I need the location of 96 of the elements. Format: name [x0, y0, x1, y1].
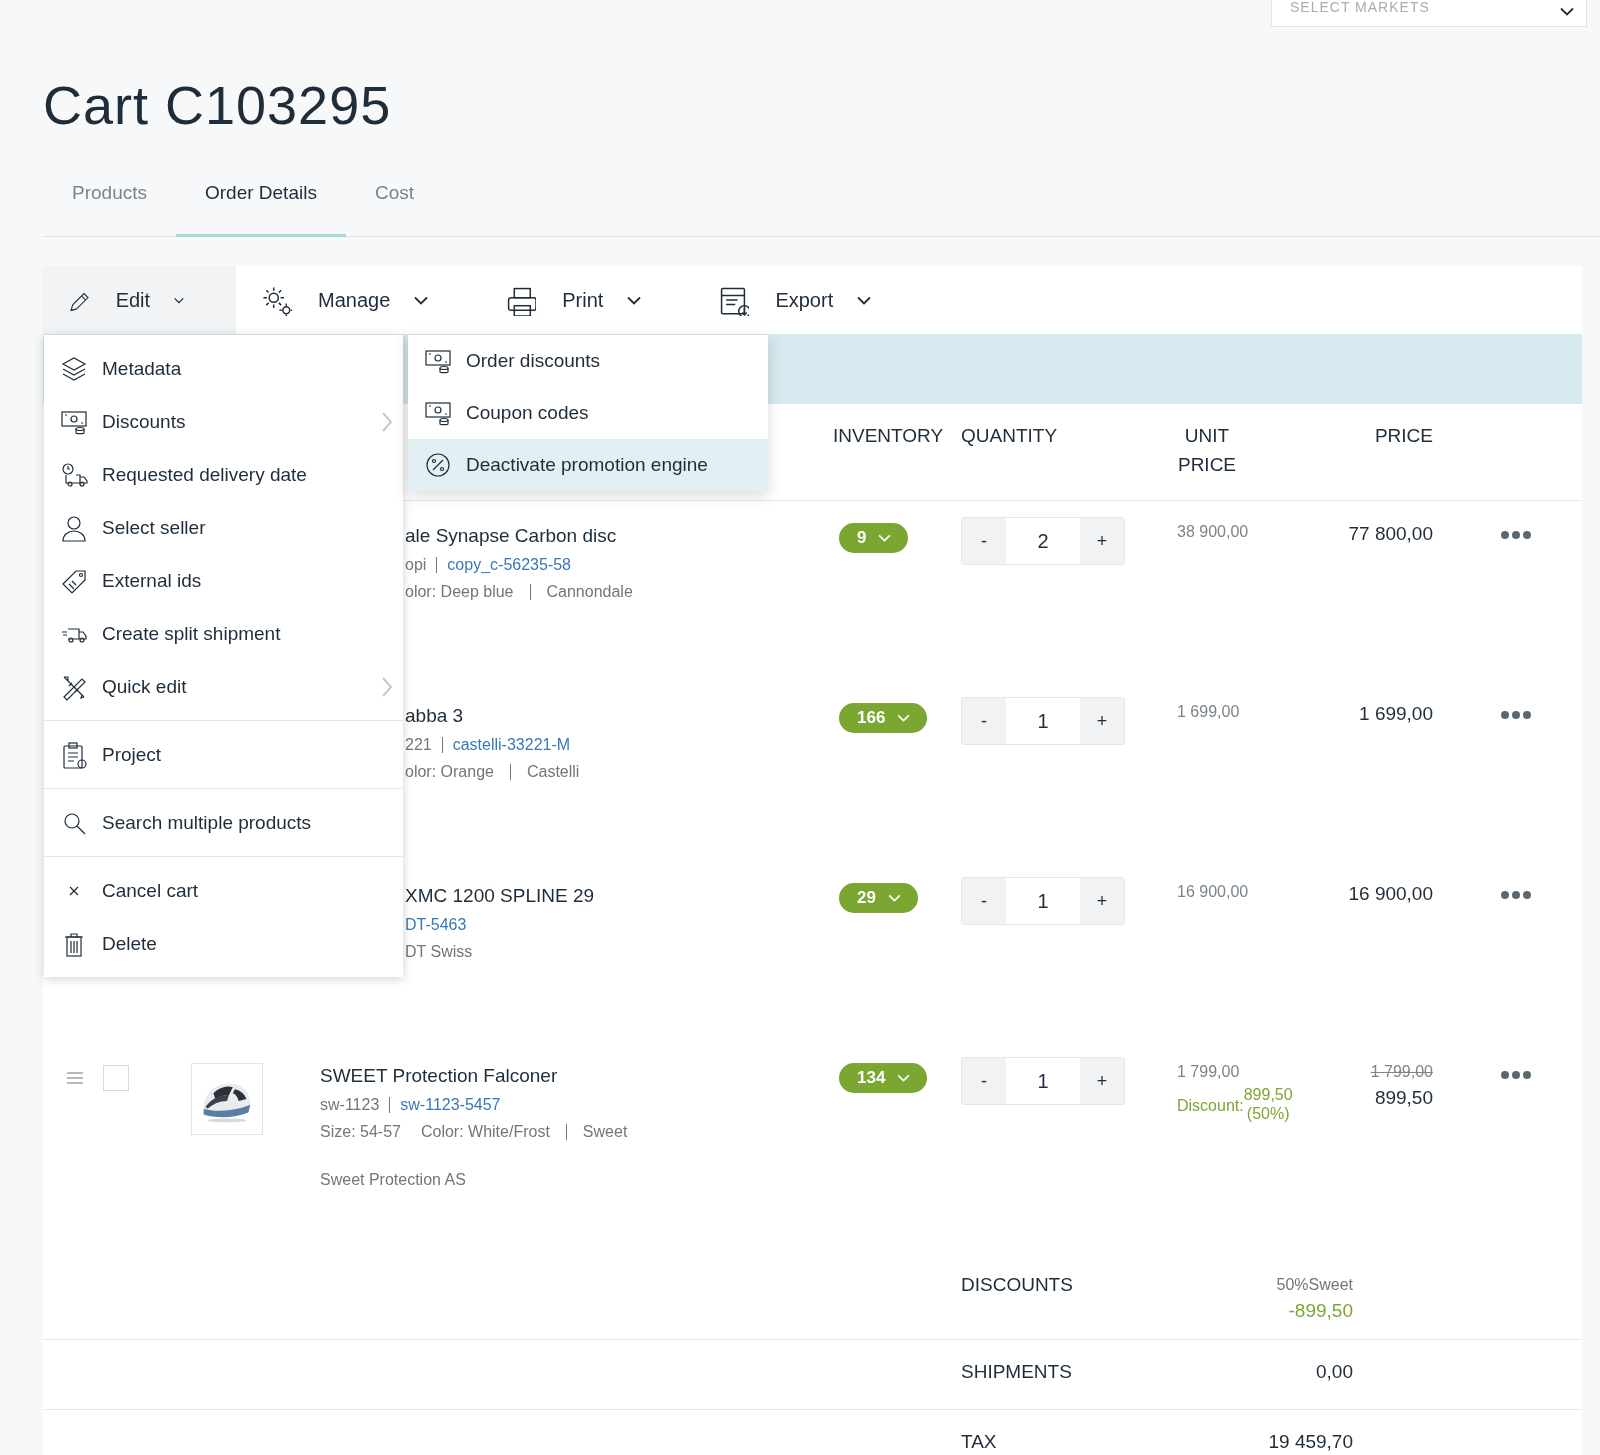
discount-label: Discount:: [1177, 1097, 1244, 1115]
chevron-down-icon: [414, 295, 429, 305]
product-sku: sw-1123: [320, 1095, 380, 1115]
summary-value: 0,00: [1316, 1361, 1353, 1383]
more-icon[interactable]: [1500, 530, 1532, 540]
menu-item[interactable]: Project: [44, 728, 403, 781]
increment-button[interactable]: +: [1080, 698, 1124, 744]
column-header: PRICE: [1373, 424, 1433, 448]
menu-item[interactable]: External ids: [44, 554, 403, 607]
menu-item[interactable]: Delete: [44, 917, 403, 970]
discount-percent: (50%): [1246, 1104, 1290, 1123]
more-icon[interactable]: [1500, 890, 1532, 900]
menu-item[interactable]: Create split shipment: [44, 607, 403, 660]
chevron-down-icon: [857, 295, 872, 305]
page-title: Cart C103295: [43, 74, 393, 136]
product-name[interactable]: SWEET Protection Falconer: [320, 1063, 820, 1089]
chevron-down-icon: [887, 894, 901, 902]
quantity-stepper[interactable]: - 1 +: [961, 697, 1125, 745]
increment-button[interactable]: +: [1080, 878, 1124, 924]
gears-icon: [260, 284, 292, 316]
product-name[interactable]: abba 3: [405, 703, 820, 729]
menu-item[interactable]: Cancel cart: [44, 864, 403, 917]
banknote-icon: [424, 347, 452, 375]
variant-link[interactable]: copy_c-56235-58: [447, 554, 571, 576]
product-attribute: Castelli: [526, 762, 580, 782]
unit-price: 1 699,00: [1177, 703, 1241, 721]
tab[interactable]: Products: [43, 176, 176, 237]
summary-label: SHIPMENTS: [961, 1361, 1072, 1384]
decrement-button[interactable]: -: [962, 698, 1006, 744]
menu-item[interactable]: Metadata: [44, 342, 403, 395]
decrement-button[interactable]: -: [962, 1058, 1006, 1104]
decrement-button[interactable]: -: [962, 518, 1006, 564]
summary-label: TAX: [961, 1431, 997, 1454]
line-price: 16 900,00: [1348, 883, 1433, 905]
unit-price: 1 799,00: [1177, 1063, 1241, 1081]
menu-item[interactable]: Discounts: [44, 395, 403, 448]
delivery-truck-icon: [60, 460, 88, 489]
discount-amount: 899,50: [1243, 1085, 1293, 1104]
summary-label: DISCOUNTS: [961, 1274, 1073, 1297]
increment-button[interactable]: +: [1080, 518, 1124, 564]
tab[interactable]: Order Details: [176, 176, 346, 237]
quantity-stepper[interactable]: - 2 +: [961, 517, 1125, 565]
product-attribute: olor: Deep blue: [405, 582, 514, 602]
product-attribute: Cannondale: [546, 582, 633, 602]
menu-item[interactable]: Deactivate promotion engine: [408, 439, 768, 491]
summary-value: -899,50: [1288, 1300, 1353, 1322]
variant-link[interactable]: DT-5463: [405, 914, 467, 936]
decrement-button[interactable]: -: [962, 878, 1006, 924]
quantity-stepper[interactable]: - 1 +: [961, 877, 1125, 925]
product-sku: 221: [405, 735, 432, 755]
chevron-down-icon: [627, 295, 642, 305]
person-icon: [60, 513, 88, 542]
checkbox[interactable]: [103, 1065, 129, 1091]
chevron-down-icon: [897, 714, 911, 722]
chevron-down-icon: [1560, 7, 1574, 16]
product-attribute: Size: 54-57: [320, 1122, 401, 1142]
discount-name: 50%Sweet: [1276, 1276, 1353, 1294]
toolbar-button[interactable]: Edit: [43, 266, 236, 334]
supplier-name: Sweet Protection AS: [320, 1171, 467, 1189]
menu-item[interactable]: Search multiple products: [44, 796, 403, 849]
line-price: 77 800,00: [1348, 523, 1433, 545]
line-price: 899,50: [1374, 1087, 1433, 1109]
variant-link[interactable]: sw-1123-5457: [400, 1094, 501, 1116]
column-header: UNIT PRICE: [1176, 424, 1238, 477]
product-name[interactable]: XMC 1200 SPLINE 29: [405, 883, 820, 909]
quantity-stepper[interactable]: - 1 +: [961, 1057, 1125, 1105]
chevron-down-icon: [174, 295, 184, 305]
product-attribute: olor: Orange: [405, 762, 494, 782]
drag-handle-icon: [66, 1071, 84, 1085]
banknote-icon: [424, 399, 452, 427]
menu-item[interactable]: Requested delivery date: [44, 448, 403, 501]
variant-link[interactable]: castelli-33221-M: [452, 734, 571, 756]
product-attribute: DT Swiss: [405, 942, 473, 962]
column-header: INVENTORY: [833, 424, 945, 448]
line-price: 1 699,00: [1359, 703, 1433, 725]
percent-icon: [424, 451, 452, 479]
menu-item[interactable]: Order discounts: [408, 335, 768, 387]
unit-price: 38 900,00: [1177, 523, 1250, 541]
clipboard-icon: [60, 740, 88, 769]
product-attribute: Sweet: [582, 1122, 628, 1142]
menu-item[interactable]: Coupon codes: [408, 387, 768, 439]
menu-item[interactable]: Select seller: [44, 501, 403, 554]
original-price: 1 799,00: [1370, 1063, 1433, 1081]
summary-value: 19 459,70: [1268, 1431, 1353, 1453]
product-name[interactable]: ale Synapse Carbon disc: [405, 523, 820, 549]
more-icon[interactable]: [1500, 710, 1532, 720]
tab[interactable]: Cost: [345, 176, 443, 237]
more-icon[interactable]: [1500, 1070, 1532, 1080]
chevron-down-icon: [897, 1074, 911, 1082]
product-attribute: Color: White/Frost: [420, 1122, 550, 1142]
unit-price: 16 900,00: [1177, 883, 1250, 901]
chevron-down-icon: [878, 534, 892, 542]
column-header: QUANTITY: [961, 424, 1059, 448]
product-sku: opi: [405, 555, 427, 575]
menu-item[interactable]: Quick edit: [44, 660, 403, 713]
increment-button[interactable]: +: [1080, 1058, 1124, 1104]
